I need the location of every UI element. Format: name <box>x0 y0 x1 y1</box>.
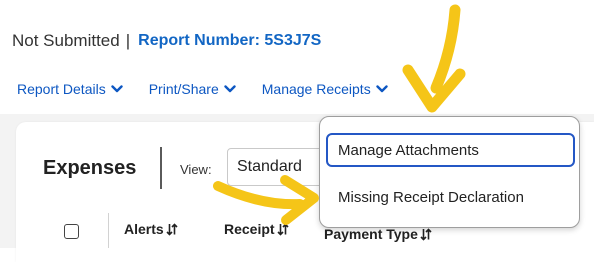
report-action-menu: Report Details Print/Share Manage Receip… <box>17 78 414 100</box>
column-divider <box>108 213 109 248</box>
manage-receipts-label: Manage Receipts <box>261 81 371 97</box>
chevron-down-icon <box>111 85 123 93</box>
report-header: Not Submitted | Report Number: 5S3J7S <box>12 28 321 54</box>
header-separator: | <box>125 31 131 50</box>
print-share-label: Print/Share <box>148 81 219 97</box>
sort-icon <box>166 222 178 236</box>
title-divider <box>160 147 162 189</box>
column-header-alerts[interactable]: Alerts <box>124 221 178 237</box>
report-details-menu[interactable]: Report Details <box>17 81 123 97</box>
report-number: Report Number: 5S3J7S <box>138 32 322 49</box>
print-share-menu[interactable]: Print/Share <box>149 81 236 97</box>
select-all-checkbox[interactable] <box>64 224 79 239</box>
column-header-label: Payment Type <box>324 226 418 242</box>
expenses-title: Expenses <box>43 157 137 179</box>
report-details-label: Report Details <box>17 81 106 97</box>
column-header-payment-type[interactable]: Payment Type <box>324 226 432 242</box>
column-header-receipt[interactable]: Receipt <box>224 221 289 237</box>
sort-icon <box>420 227 432 241</box>
sort-icon <box>277 222 289 236</box>
arrow-annotation-icon <box>402 4 466 113</box>
manage-attachments-item[interactable]: Manage Attachments <box>326 133 575 167</box>
chevron-down-icon <box>224 85 236 93</box>
missing-receipt-declaration-item[interactable]: Missing Receipt Declaration <box>326 180 575 214</box>
report-status: Not Submitted <box>12 31 120 50</box>
chevron-down-icon <box>376 85 388 93</box>
manage-receipts-dropdown: Manage Attachments Missing Receipt Decla… <box>319 116 580 228</box>
manage-attachments-label: Manage Attachments <box>338 141 479 159</box>
manage-receipts-menu[interactable]: Manage Receipts <box>262 81 388 97</box>
column-header-label: Receipt <box>224 221 275 237</box>
view-label: View: <box>180 162 212 177</box>
column-header-label: Alerts <box>124 221 164 237</box>
view-select-value: Standard <box>237 158 302 175</box>
missing-receipt-declaration-label: Missing Receipt Declaration <box>338 188 524 206</box>
